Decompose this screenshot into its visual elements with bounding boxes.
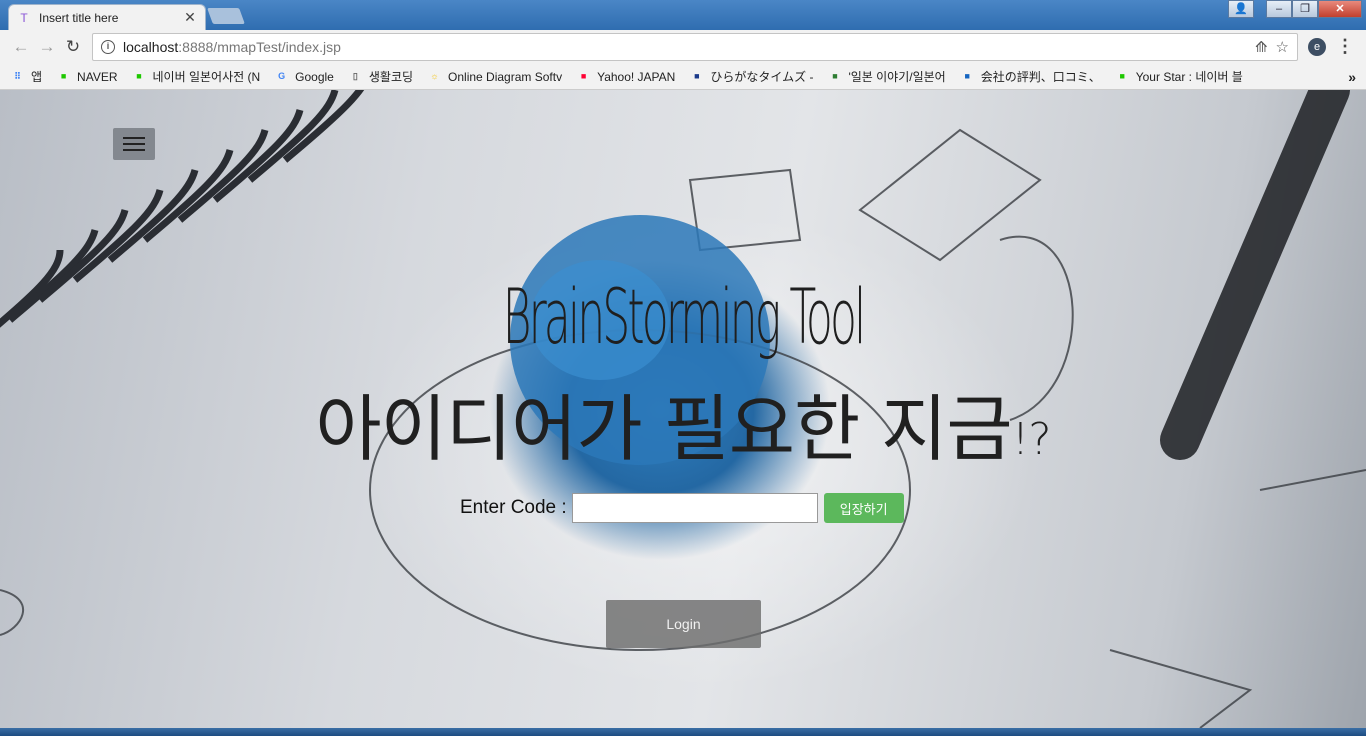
url-path: :8888/mmapTest/index.jsp: [178, 39, 341, 55]
close-window-button[interactable]: ✕: [1318, 0, 1362, 18]
naver-icon: ■: [60, 71, 67, 81]
bulb-icon: ☼: [430, 71, 439, 81]
hero-title-text: 아이디어가 필요한 지금: [315, 387, 1012, 471]
browser-titlebar: T Insert title here ✕ 👤 – ❐ ✕: [0, 0, 1366, 30]
bookmark-item[interactable]: ⠿ 앱: [10, 68, 42, 85]
page-icon: ▯: [352, 71, 358, 81]
os-taskbar: [0, 728, 1366, 736]
google-icon: G: [278, 71, 286, 81]
bookmark-label: ひらがなタイムズ -: [710, 70, 814, 84]
hero-subtitle: BrainStorming Tool: [502, 272, 867, 361]
ht-icon: ■: [694, 71, 700, 81]
browser-menu-icon[interactable]: ⋮: [1336, 36, 1354, 56]
tab-title: Insert title here: [39, 10, 119, 25]
bookmark-star-icon[interactable]: ☆: [1276, 38, 1289, 56]
bookmark-label: 앱: [31, 70, 43, 84]
bookmarks-bar: ⠿ 앱 ■ NAVER ■ 네이버 일본어사전 (N G Google ▯ 생활코딩 ☼ Online…: [0, 64, 1366, 90]
bookmark-item[interactable]: ☼ Online Diagram Softv: [427, 69, 562, 84]
more-bookmarks-icon[interactable]: »: [1348, 69, 1356, 85]
bookmark-item[interactable]: ■ Yahoo! JAPAN: [576, 69, 675, 84]
tab-favicon-icon: T: [20, 10, 28, 25]
enter-room-button[interactable]: 입장하기: [823, 493, 904, 523]
bookmark-item[interactable]: ▯ 생활코딩: [348, 68, 413, 85]
bookmark-label: 会社の評判、口コミ、: [980, 70, 1101, 84]
user-profile-icon[interactable]: 👤: [1228, 0, 1254, 18]
yahoo-icon: ■: [580, 71, 587, 81]
browser-toolbar: ← → ↻ i localhost:8888/mmapTest/index.js…: [0, 30, 1366, 64]
new-tab-button[interactable]: [207, 8, 245, 24]
close-tab-icon[interactable]: ✕: [183, 9, 197, 26]
address-bar[interactable]: i localhost:8888/mmapTest/index.jsp ⟰ ☆: [92, 33, 1298, 61]
enter-code-form: Enter Code : 입장하기: [460, 492, 904, 524]
bookmark-label: 생활코딩: [368, 70, 414, 84]
hamburger-menu-button[interactable]: [113, 128, 155, 160]
bookmark-item[interactable]: ■ 会社の評判、口コミ、: [960, 68, 1101, 85]
bookmark-label: Your Star : 네이버 블: [1135, 70, 1243, 84]
blog-naver-icon: ■: [1119, 71, 1125, 81]
page-content: BrainStorming Tool 아이디어가 필요한 지금!? Enter …: [0, 90, 1366, 728]
chat-icon: ■: [964, 71, 970, 81]
minimize-button[interactable]: –: [1266, 0, 1292, 18]
window-controls: – ❐ ✕: [1266, 0, 1362, 18]
bookmark-label: '일본 이야기/일본어: [848, 70, 946, 84]
enter-code-label: Enter Code :: [460, 497, 567, 518]
maximize-button[interactable]: ❐: [1292, 0, 1318, 18]
bookmark-item[interactable]: G Google: [274, 69, 334, 84]
extension-icon[interactable]: e: [1308, 38, 1326, 56]
bookmark-label: Yahoo! JAPAN: [597, 69, 676, 84]
apps-icon: ⠿: [14, 71, 21, 81]
url-host: localhost: [123, 39, 179, 55]
site-info-icon[interactable]: i: [101, 40, 115, 54]
reload-icon[interactable]: ↻: [60, 34, 86, 60]
translate-icon[interactable]: ⟰: [1255, 38, 1268, 56]
bookmark-label: Online Diagram Softv: [448, 69, 563, 84]
bookmark-item[interactable]: ■ ひらがなタイムズ -: [689, 68, 813, 85]
browser-tab[interactable]: T Insert title here ✕: [8, 4, 206, 30]
forward-icon[interactable]: →: [34, 34, 60, 60]
code-input[interactable]: [571, 493, 818, 523]
bookmark-label: NAVER: [77, 69, 118, 84]
bookmark-item[interactable]: ■ Your Star : 네이버 블: [1115, 68, 1243, 85]
blog-icon: ■: [832, 71, 838, 81]
naver-dict-icon: ■: [136, 71, 142, 81]
bookmark-label: Google: [295, 69, 334, 84]
bookmark-item[interactable]: ■ '일본 이야기/일본어: [827, 68, 946, 85]
back-icon[interactable]: ←: [8, 34, 34, 60]
hero-title-suffix: !?: [1011, 414, 1052, 465]
login-button[interactable]: Login: [606, 600, 761, 648]
bookmark-item[interactable]: ■ 네이버 일본어사전 (N: [132, 68, 261, 85]
hero-title: 아이디어가 필요한 지금!?: [0, 370, 1366, 475]
bookmark-label: 네이버 일본어사전 (N: [152, 70, 261, 84]
bookmark-item[interactable]: ■ NAVER: [56, 69, 118, 84]
